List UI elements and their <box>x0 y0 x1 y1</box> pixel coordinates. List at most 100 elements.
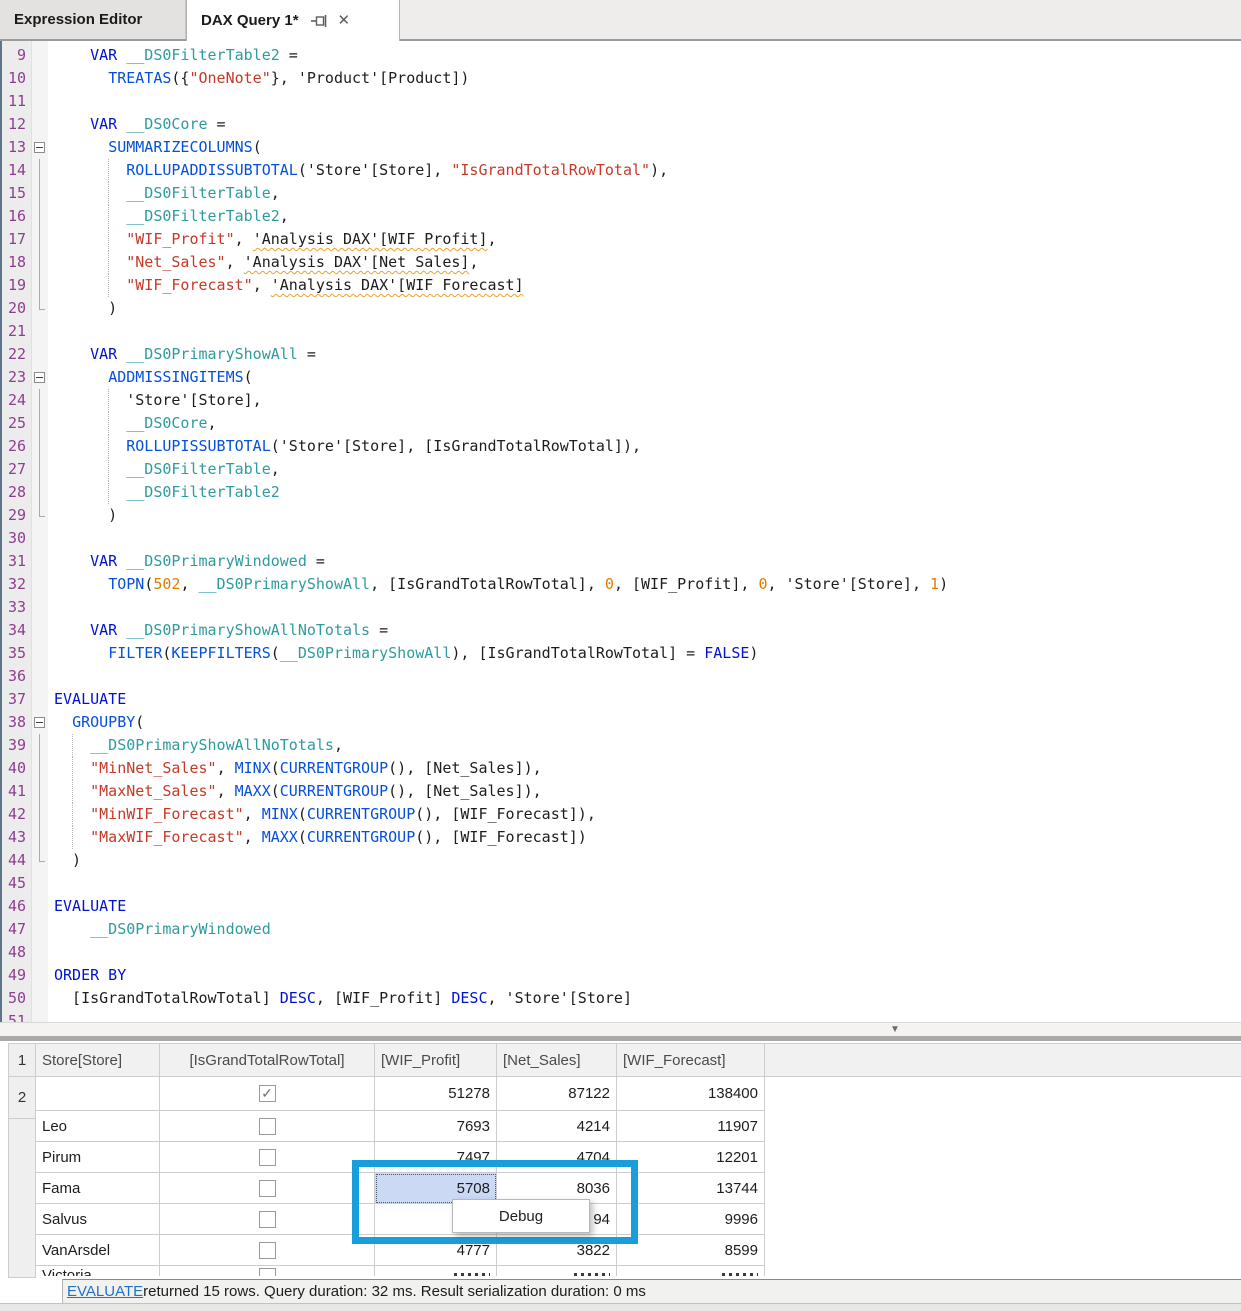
checkbox-unchecked[interactable] <box>259 1180 276 1197</box>
code-line[interactable]: 21 <box>2 320 1241 343</box>
code-line[interactable]: 24 'Store'[Store], <box>2 389 1241 412</box>
code-line[interactable]: 40 "MinNet_Sales", MINX(CURRENTGROUP(), … <box>2 757 1241 780</box>
code-line[interactable]: 27 __DS0FilterTable, <box>2 458 1241 481</box>
code-line[interactable]: 36 <box>2 665 1241 688</box>
code-line[interactable]: 29 ) <box>2 504 1241 527</box>
cell-is-grand-total[interactable] <box>160 1111 375 1142</box>
cell-is-grand-total[interactable] <box>160 1173 375 1204</box>
cell-is-grand-total[interactable] <box>160 1204 375 1235</box>
column-header-wif-forecast[interactable]: [WIF_Forecast] <box>617 1043 765 1077</box>
cell-wif-forecast[interactable]: 8599 <box>617 1235 765 1266</box>
cell-store[interactable] <box>36 1077 160 1111</box>
checkbox-unchecked[interactable] <box>259 1242 276 1259</box>
code-line[interactable]: 47 __DS0PrimaryWindowed <box>2 918 1241 941</box>
cell-store[interactable]: Victoria <box>36 1266 160 1276</box>
code-line[interactable]: 18 "Net_Sales", 'Analysis DAX'[Net Sales… <box>2 251 1241 274</box>
cell-wif-profit[interactable] <box>375 1266 497 1276</box>
code-line[interactable]: 15 __DS0FilterTable, <box>2 182 1241 205</box>
code-line[interactable]: 50 [IsGrandTotalRowTotal] DESC, [WIF_Pro… <box>2 987 1241 1010</box>
code-line[interactable]: 13 SUMMARIZECOLUMNS( <box>2 136 1241 159</box>
code-line[interactable]: 11 <box>2 90 1241 113</box>
code-line[interactable]: 51 <box>2 1010 1241 1022</box>
column-header-is-grand-total[interactable]: [IsGrandTotalRowTotal] <box>160 1043 375 1077</box>
code-line[interactable]: 20 ) <box>2 297 1241 320</box>
cell-store[interactable]: VanArsdel <box>36 1235 160 1266</box>
cell-store[interactable]: Pirum <box>36 1142 160 1173</box>
cell-store[interactable]: Leo <box>36 1111 160 1142</box>
column-header-wif-profit[interactable]: [WIF_Profit] <box>375 1043 497 1077</box>
pin-icon[interactable] <box>311 14 328 28</box>
code-line[interactable]: 22 VAR __DS0PrimaryShowAll = <box>2 343 1241 366</box>
cell-is-grand-total[interactable] <box>160 1266 375 1276</box>
code-line[interactable]: 14 ROLLUPADDISSUBTOTAL('Store'[Store], "… <box>2 159 1241 182</box>
code-line[interactable]: 25 __DS0Core, <box>2 412 1241 435</box>
cell-wif-profit[interactable]: 7693 <box>375 1111 497 1142</box>
cell-net-sales[interactable]: 87122 <box>497 1077 617 1111</box>
cell-net-sales[interactable] <box>497 1266 617 1276</box>
column-header-store[interactable]: Store[Store] <box>36 1043 160 1077</box>
debug-context-menu: Debug <box>452 1199 590 1233</box>
row-header-2[interactable]: 2 <box>8 1077 36 1119</box>
fold-region-line <box>32 734 48 757</box>
code-line[interactable]: 44 ) <box>2 849 1241 872</box>
cell-wif-forecast[interactable]: 11907 <box>617 1111 765 1142</box>
tab-dax-query[interactable]: DAX Query 1* ✕ <box>186 0 400 41</box>
code-line[interactable]: 39 __DS0PrimaryShowAllNoTotals, <box>2 734 1241 757</box>
cell-net-sales[interactable]: 4214 <box>497 1111 617 1142</box>
fold-collapse-icon[interactable] <box>32 136 48 159</box>
checkbox-unchecked[interactable] <box>259 1118 276 1135</box>
debug-menu-item[interactable]: Debug <box>499 1208 543 1225</box>
code-line[interactable]: 23 ADDMISSINGITEMS( <box>2 366 1241 389</box>
code-line[interactable]: 38 GROUPBY( <box>2 711 1241 734</box>
code-line[interactable]: 41 "MaxNet_Sales", MAXX(CURRENTGROUP(), … <box>2 780 1241 803</box>
row-header-1[interactable]: 1 <box>8 1043 36 1077</box>
code-line[interactable]: 28 __DS0FilterTable2 <box>2 481 1241 504</box>
cell-is-grand-total[interactable]: ✓ <box>160 1077 375 1111</box>
checkbox-unchecked[interactable] <box>259 1149 276 1166</box>
editor-results-splitter[interactable]: ▼ <box>0 1022 1241 1041</box>
code-line[interactable]: 42 "MinWIF_Forecast", MINX(CURRENTGROUP(… <box>2 803 1241 826</box>
code-line[interactable]: 49ORDER BY <box>2 964 1241 987</box>
fold-region-line <box>32 757 48 780</box>
fold-collapse-icon[interactable] <box>32 366 48 389</box>
fold-collapse-icon[interactable] <box>32 711 48 734</box>
tab-expression-editor[interactable]: Expression Editor <box>0 0 186 39</box>
code-line[interactable]: 26 ROLLUPISSUBTOTAL('Store'[Store], [IsG… <box>2 435 1241 458</box>
cell-wif-profit[interactable]: 51278 <box>375 1077 497 1111</box>
code-line[interactable]: 35 FILTER(KEEPFILTERS(__DS0PrimaryShowAl… <box>2 642 1241 665</box>
code-line[interactable]: 31 VAR __DS0PrimaryWindowed = <box>2 550 1241 573</box>
code-line[interactable]: 32 TOPN(502, __DS0PrimaryShowAll, [IsGra… <box>2 573 1241 596</box>
cell-store[interactable]: Salvus <box>36 1204 160 1235</box>
cell-store[interactable]: Fama <box>36 1173 160 1204</box>
code-line[interactable]: 12 VAR __DS0Core = <box>2 113 1241 136</box>
close-icon[interactable]: ✕ <box>338 13 351 28</box>
cell-wif-forecast[interactable]: 9996 <box>617 1204 765 1235</box>
cell-wif-forecast[interactable] <box>617 1266 765 1276</box>
checkbox-checked[interactable]: ✓ <box>259 1085 276 1102</box>
checkbox-unchecked[interactable] <box>259 1211 276 1228</box>
cell-is-grand-total[interactable] <box>160 1235 375 1266</box>
checkbox-unchecked[interactable] <box>259 1268 276 1276</box>
cell-is-grand-total[interactable] <box>160 1142 375 1173</box>
code-line[interactable]: 34 VAR __DS0PrimaryShowAllNoTotals = <box>2 619 1241 642</box>
evaluate-link[interactable]: EVALUATE <box>67 1283 143 1300</box>
cell-wif-forecast[interactable]: 12201 <box>617 1142 765 1173</box>
code-line[interactable]: 19 "WIF_Forecast", 'Analysis DAX'[WIF Fo… <box>2 274 1241 297</box>
code-line[interactable]: 48 <box>2 941 1241 964</box>
column-header-net-sales[interactable]: [Net_Sales] <box>497 1043 617 1077</box>
code-line[interactable]: 43 "MaxWIF_Forecast", MAXX(CURRENTGROUP(… <box>2 826 1241 849</box>
code-line[interactable]: 17 "WIF_Profit", 'Analysis DAX'[WIF Prof… <box>2 228 1241 251</box>
cell-wif-forecast[interactable]: 13744 <box>617 1173 765 1204</box>
code-line[interactable]: 10 TREATAS({"OneNote"}, 'Product'[Produc… <box>2 67 1241 90</box>
code-line[interactable]: 30 <box>2 527 1241 550</box>
code-line[interactable]: 37EVALUATE <box>2 688 1241 711</box>
dax-code-editor[interactable]: 9 VAR __DS0FilterTable2 =10 TREATAS({"On… <box>0 41 1241 1022</box>
code-line[interactable]: 9 VAR __DS0FilterTable2 = <box>2 44 1241 67</box>
code-line[interactable]: 33 <box>2 596 1241 619</box>
code-line[interactable]: 16 __DS0FilterTable2, <box>2 205 1241 228</box>
cell-wif-forecast[interactable]: 138400 <box>617 1077 765 1111</box>
code-line[interactable]: 45 <box>2 872 1241 895</box>
code-line[interactable]: 46EVALUATE <box>2 895 1241 918</box>
collapse-results-icon[interactable]: ▼ <box>890 1024 900 1035</box>
fold-region-line <box>32 826 48 849</box>
